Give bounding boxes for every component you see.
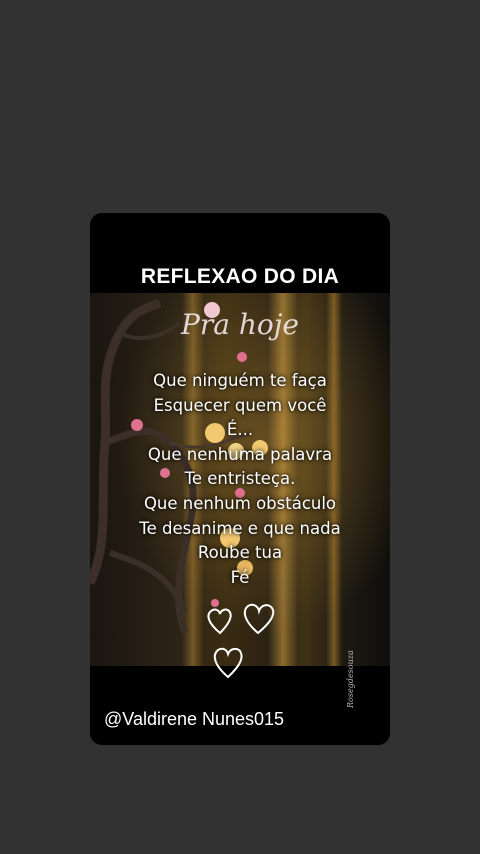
heart-icon bbox=[207, 608, 232, 635]
poem-line: Te desanime e que nada bbox=[139, 518, 341, 538]
poem-line: Que nenhum obstáculo bbox=[143, 493, 337, 513]
poem-line: Fé bbox=[230, 567, 250, 587]
poem-line: Esquecer quem você bbox=[153, 395, 327, 415]
artist-signature: Rosegdesouza bbox=[346, 650, 355, 708]
poem-line: Que ninguém te faça bbox=[153, 371, 327, 390]
poem-line: Te entristeça. bbox=[184, 469, 296, 489]
script-heading: Pra hoje bbox=[181, 308, 299, 341]
heart-icon bbox=[243, 603, 275, 635]
author-handle: @Valdirene Nunes015 bbox=[104, 709, 285, 729]
card-title: REFLEXAO DO DIA bbox=[140, 265, 340, 288]
poem-text: Que ninguém te faça Esquecer quem você É… bbox=[90, 369, 390, 590]
poem-line: É... bbox=[226, 420, 254, 440]
poem-line: Roube tua bbox=[197, 543, 283, 563]
story-card: REFLEXAO DO DIA Pra hoje Que ninguém te … bbox=[90, 213, 390, 745]
heart-icon bbox=[213, 647, 243, 679]
poem-line: Que nenhuma palavra bbox=[147, 444, 333, 464]
hearts-decoration bbox=[207, 603, 275, 679]
